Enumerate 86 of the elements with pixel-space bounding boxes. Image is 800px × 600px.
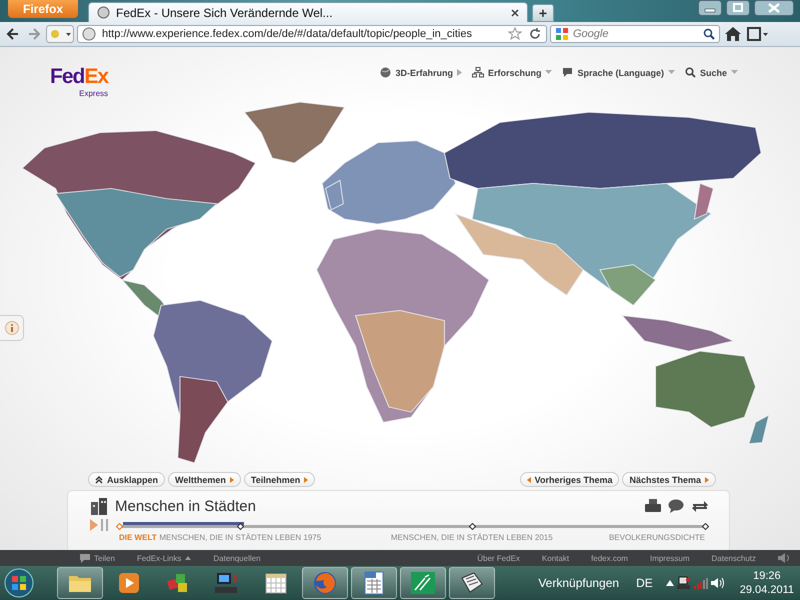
language-indicator[interactable]: DE bbox=[636, 576, 653, 590]
reload-icon[interactable] bbox=[528, 27, 542, 41]
caret-icon bbox=[705, 476, 709, 482]
toolbar-label[interactable]: Verknüpfungen bbox=[538, 576, 620, 590]
start-button-icon[interactable] bbox=[4, 568, 34, 598]
topic-nav-button[interactable]: Vorheriges Thema bbox=[520, 472, 620, 487]
caret-icon bbox=[668, 70, 675, 75]
topic-title: Menschen in Städten bbox=[115, 498, 256, 514]
world-map-drawing[interactable] bbox=[22, 102, 770, 464]
close-icon[interactable] bbox=[754, 0, 794, 16]
footer-link[interactable]: Kontakt bbox=[542, 554, 570, 562]
timeline-marker-icon[interactable] bbox=[116, 523, 123, 530]
firefox-icon bbox=[313, 571, 337, 595]
caret-icon bbox=[230, 476, 234, 482]
browser-tab[interactable]: FedEx - Unsere Sich Verändernde Wel... bbox=[88, 2, 528, 22]
search-icon[interactable] bbox=[703, 28, 715, 40]
footer-link[interactable]: FedEx-Links bbox=[136, 554, 192, 562]
topic-button[interactable]: Ausklappen bbox=[88, 472, 166, 487]
home-icon[interactable] bbox=[723, 25, 743, 43]
globe-icon bbox=[82, 27, 96, 41]
speech-bubble-icon[interactable] bbox=[668, 499, 684, 513]
speech-bubble-icon bbox=[562, 67, 574, 78]
bank-logo-icon bbox=[411, 572, 435, 594]
buildings-icon bbox=[90, 497, 108, 515]
fedex-logo[interactable]: FedEx Express bbox=[50, 65, 108, 98]
close-icon[interactable] bbox=[511, 8, 519, 16]
nav-menu-item[interactable]: 3D-Erfahrung bbox=[380, 67, 462, 78]
taskbar-app-button[interactable] bbox=[400, 567, 446, 599]
computer-icon bbox=[215, 572, 239, 594]
topic-button[interactable]: Weltthemen bbox=[168, 472, 241, 487]
play-icon bbox=[118, 572, 140, 594]
caret-icon bbox=[185, 556, 192, 560]
calendar-icon bbox=[265, 572, 287, 594]
url-text: http://www.experience.fedex.com/de/de/#/data/default/topic/people_in_cities bbox=[102, 28, 472, 40]
new-tab-button[interactable]: + bbox=[532, 4, 554, 22]
search-bar[interactable]: Google bbox=[550, 25, 720, 43]
taskbar-app-button[interactable] bbox=[351, 567, 397, 599]
topic-nav-button[interactable]: Nächstes Thema bbox=[622, 472, 716, 487]
speech-bubble-icon bbox=[80, 554, 90, 562]
maximize-icon[interactable] bbox=[726, 0, 750, 16]
search-icon bbox=[684, 67, 696, 78]
taskbar-app-button[interactable] bbox=[449, 567, 495, 599]
info-button[interactable] bbox=[0, 315, 24, 341]
footer-link[interactable]: Datenschutz bbox=[712, 554, 756, 562]
swap-arrows-icon[interactable] bbox=[691, 499, 709, 513]
timeline-marker-icon[interactable] bbox=[237, 523, 244, 530]
info-icon bbox=[4, 321, 18, 335]
globe-icon bbox=[97, 6, 110, 19]
globe-icon bbox=[380, 67, 392, 78]
timeline-marker-icon[interactable] bbox=[468, 523, 476, 530]
caret-icon bbox=[545, 70, 552, 75]
volume-icon[interactable] bbox=[710, 577, 725, 589]
clock-date[interactable]: 29.04.2011 bbox=[740, 583, 794, 597]
clock-time[interactable]: 19:26 bbox=[753, 569, 781, 583]
caret-icon bbox=[731, 70, 738, 75]
double-chevron-up-icon bbox=[95, 476, 103, 484]
network-icon[interactable] bbox=[676, 576, 691, 590]
colored-blocks-icon bbox=[166, 572, 190, 594]
footer-link[interactable]: Teilen bbox=[80, 554, 115, 562]
caret-icon bbox=[526, 476, 531, 482]
footer-link[interactable]: fedex.com bbox=[591, 554, 628, 562]
toolbar-menu-icon[interactable] bbox=[746, 25, 770, 43]
hierarchy-icon bbox=[472, 67, 484, 78]
topic-button[interactable]: Teilnehmen bbox=[244, 472, 316, 487]
footer-link[interactable]: Impressum bbox=[650, 554, 690, 562]
caret-icon bbox=[304, 476, 308, 482]
taskbar-app-button[interactable] bbox=[57, 567, 103, 599]
folder-icon bbox=[68, 573, 92, 593]
address-bar[interactable]: http://www.experience.fedex.com/de/de/#/data/default/topic/people_in_cities bbox=[77, 25, 547, 43]
speaker-icon[interactable] bbox=[778, 553, 792, 563]
star-icon[interactable] bbox=[508, 27, 522, 41]
newspaper-icon bbox=[460, 572, 484, 594]
tab-title: FedEx - Unsere Sich Verändernde Wel... bbox=[116, 6, 334, 20]
nav-menu-item[interactable]: Suche bbox=[684, 67, 738, 78]
spreadsheet-icon bbox=[364, 571, 384, 595]
google-icon bbox=[555, 27, 569, 41]
caret-icon bbox=[456, 69, 462, 76]
timeline-marker-icon[interactable] bbox=[702, 523, 709, 530]
nav-menu-item[interactable]: Erforschung bbox=[472, 67, 552, 78]
caret-icon[interactable] bbox=[666, 580, 674, 586]
minimize-icon[interactable] bbox=[698, 0, 722, 16]
footer-link[interactable]: Datenquellen bbox=[213, 554, 261, 562]
search-field[interactable]: Google bbox=[573, 28, 699, 40]
footer-link[interactable]: Über FedEx bbox=[477, 554, 520, 562]
nav-menu-item[interactable]: Sprache (Language) bbox=[562, 67, 675, 78]
print-icon[interactable] bbox=[645, 499, 661, 513]
